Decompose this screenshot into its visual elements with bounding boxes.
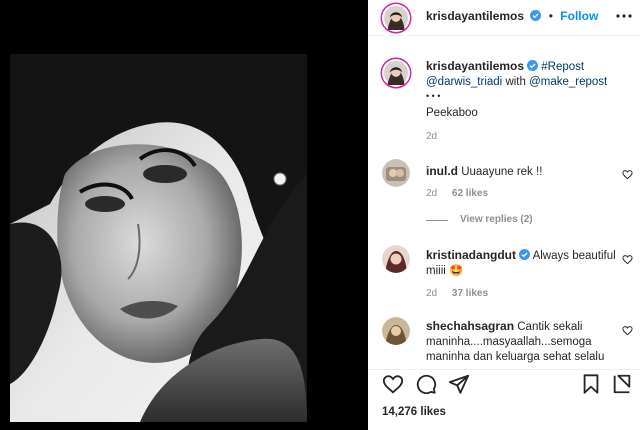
commenter-avatar[interactable] [382,245,410,273]
caption-dots: • • • [426,91,441,101]
avatar-image [382,159,410,187]
commenter-avatar[interactable] [382,317,410,345]
comments-list: krisdayantilemos #Repost @darwis_triadi … [368,37,640,369]
post-side-panel: krisdayantilemos • Follow krisdayantilem… [368,0,640,430]
verified-badge-icon [530,10,542,21]
comment-age[interactable]: 2d [426,188,437,199]
star-struck-emoji: 🤩 [449,265,464,277]
bookmark-icon[interactable] [580,373,602,395]
replies-divider [426,220,448,221]
more-options-icon[interactable] [615,7,633,25]
caption-body: Peekaboo [426,107,478,119]
like-comment-heart-icon[interactable] [622,169,633,180]
avatar-image [382,317,410,345]
comment-meta: 2d 37 likes [426,288,500,299]
separator-dot: • [548,9,553,23]
verified-badge-icon [527,60,539,71]
caption-age[interactable]: 2d [426,131,437,142]
comment-icon[interactable] [415,373,437,395]
commenter-avatar[interactable] [382,159,410,187]
like-comment-heart-icon[interactable] [622,325,633,336]
avatar-image [384,6,408,30]
verified-badge-icon [519,249,531,260]
comment-meta: 2d 62 likes [426,188,500,199]
mention-darwis[interactable]: @darwis_triadi [426,76,502,88]
share-icon[interactable] [448,373,470,395]
comment-body-line2: miiii [426,265,446,277]
comment-text: kristinadangdut Always beautiful miiii 🤩 [426,248,616,279]
caption-username[interactable]: krisdayantilemos [426,59,524,73]
comment-text: inul.d Uuaayune rek !! [426,164,616,180]
comment-likes[interactable]: 62 likes [452,188,488,199]
author-avatar[interactable] [382,4,410,32]
comment-body-line1: Always beautiful [532,250,616,262]
post-photo[interactable] [10,54,307,422]
caption-with-word: with [505,76,526,88]
view-replies-link[interactable]: View replies (2) [460,214,533,225]
comment-body-line2: maninha....masyaallah...semoga [426,336,592,348]
heart-icon[interactable] [382,373,404,395]
caption-meta: 2d [426,131,449,142]
comment-age[interactable]: 2d [426,288,437,299]
repost-hashtag[interactable]: #Repost [541,61,584,73]
portrait-image [10,54,307,422]
comment-text: shechahsagran Cantik sekali maninha....m… [426,319,616,365]
post-action-bar: 14,276 likes [368,369,640,430]
post-header: krisdayantilemos • Follow [368,0,640,36]
collection-icon[interactable] [611,373,633,395]
follow-button[interactable]: Follow [560,9,598,23]
caption-text: krisdayantilemos #Repost @darwis_triadi … [426,59,626,90]
comment-username[interactable]: shechahsagran [426,319,514,333]
like-comment-heart-icon[interactable] [622,254,633,265]
header-user-line: krisdayantilemos • Follow [426,9,598,23]
comment-body-line3: maninha dan keluarga sehat selalu [426,351,605,363]
post-media-area [0,0,368,430]
comment-likes[interactable]: 37 likes [452,288,488,299]
comment-username[interactable]: kristinadangdut [426,248,516,262]
mention-make-repost[interactable]: @make_repost [529,76,607,88]
post-likes-count[interactable]: 14,276 likes [382,406,446,418]
caption-avatar[interactable] [382,59,410,87]
comment-body: Uuaayune rek !! [461,166,543,178]
author-username[interactable]: krisdayantilemos [426,9,524,23]
avatar-image [384,61,408,85]
comment-body-line1: Cantik sekali [517,321,583,333]
comment-username[interactable]: inul.d [426,164,458,178]
avatar-image [382,245,410,273]
